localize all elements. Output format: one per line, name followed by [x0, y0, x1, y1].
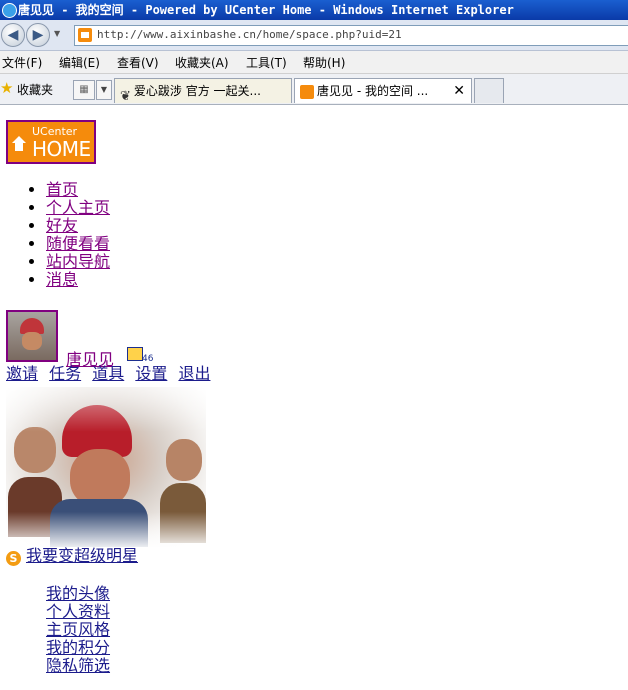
favorites-label[interactable]: 收藏夹 [17, 81, 53, 98]
sub-nav-link[interactable]: 个人资料 [46, 602, 110, 621]
address-bar: ◀ ▶ ▼ http://www.aixinbashe.cn/home/spac… [0, 20, 628, 51]
tab-label: 爱心跋涉 官方 一起关... [133, 84, 261, 98]
page-content: UCenter HOME 首页 个人主页 好友 随便看看 站内导航 消息 唐见见… [0, 105, 628, 690]
main-nav: 首页 个人主页 好友 随便看看 站内导航 消息 [0, 181, 110, 289]
menu-file[interactable]: 文件(F) [2, 54, 42, 71]
quick-tabs-icon[interactable]: ▦ [73, 80, 95, 100]
superstar-link[interactable]: 我要变超级明星 [26, 546, 138, 565]
back-arrow-icon: ◀ [7, 27, 19, 43]
logout-link[interactable]: 退出 [178, 364, 210, 383]
favorites-bar: ★ 收藏夹 ▦ ▼ ❦ 爱心跋涉 官方 一起关... 唐见见 - 我的空间 ...… [0, 74, 628, 105]
sub-nav-link[interactable]: 我的积分 [46, 638, 110, 657]
nav-item-home: 首页 [46, 181, 110, 199]
nav-link[interactable]: 消息 [46, 270, 78, 289]
notice-card-icon[interactable] [127, 347, 143, 361]
site-favicon-icon [78, 28, 92, 42]
sub-nav-link[interactable]: 主页风格 [46, 620, 110, 639]
nav-link[interactable]: 好友 [46, 216, 78, 235]
sub-nav-theme: 主页风格 [46, 621, 110, 639]
tasks-link[interactable]: 任务 [49, 364, 81, 383]
logo-line2: HOME [32, 137, 91, 161]
forward-arrow-icon: ▶ [32, 27, 44, 43]
window-titlebar: 唐见见 - 我的空间 - Powered by UCenter Home - W… [0, 0, 628, 20]
url-input[interactable]: http://www.aixinbashe.cn/home/space.php?… [74, 25, 628, 46]
sub-nav-avatar: 我的头像 [46, 585, 110, 603]
new-tab-button[interactable] [474, 78, 504, 103]
photo-fade [6, 387, 206, 547]
menu-bar: 文件(F) 编辑(E) 查看(V) 收藏夹(A) 工具(T) 帮助(H) [0, 51, 628, 74]
site-favicon-icon [300, 84, 314, 99]
tab-my-space[interactable]: 唐见见 - 我的空间 ... ✕ [294, 78, 472, 103]
menu-favorites[interactable]: 收藏夹(A) [175, 54, 229, 71]
featured-photo[interactable] [6, 387, 206, 547]
sub-nav-credits: 我的积分 [46, 639, 110, 657]
avatar-face [22, 332, 42, 350]
history-dropdown-icon[interactable]: ▼ [54, 29, 60, 38]
nav-item-browse: 随便看看 [46, 235, 110, 253]
notice-count[interactable]: 46 [142, 354, 153, 364]
forward-button[interactable]: ▶ [26, 23, 50, 47]
url-text: http://www.aixinbashe.cn/home/space.php?… [97, 28, 402, 41]
nav-item-messages: 消息 [46, 271, 110, 289]
sub-nav-privacy: 隐私筛选 [46, 657, 110, 675]
favorites-star-icon[interactable]: ★ [0, 80, 13, 96]
back-button[interactable]: ◀ [1, 23, 25, 47]
invite-link[interactable]: 邀请 [6, 364, 38, 383]
avatar[interactable] [6, 310, 58, 362]
nav-link[interactable]: 首页 [46, 180, 78, 199]
close-tab-icon[interactable]: ✕ [453, 79, 465, 103]
heart-favicon-icon: ❦ [120, 88, 131, 104]
window-title: 唐见见 - 我的空间 - Powered by UCenter Home - W… [18, 3, 514, 17]
nav-item-site-nav: 站内导航 [46, 253, 110, 271]
tab-list-dropdown-icon[interactable]: ▼ [96, 80, 112, 100]
menu-view[interactable]: 查看(V) [117, 54, 159, 71]
nav-link[interactable]: 站内导航 [46, 252, 110, 271]
tab-aixinbashe[interactable]: ❦ 爱心跋涉 官方 一起关... [114, 78, 292, 104]
nav-link[interactable]: 个人主页 [46, 198, 110, 217]
props-link[interactable]: 道具 [92, 364, 124, 383]
user-links: 邀请 任务 道具 设置 退出 [6, 364, 216, 384]
settings-link[interactable]: 设置 [135, 364, 167, 383]
home-icon [12, 136, 26, 154]
menu-tools[interactable]: 工具(T) [246, 54, 287, 71]
ucenter-home-logo[interactable]: UCenter HOME [6, 120, 96, 164]
sub-nav-link[interactable]: 我的头像 [46, 584, 110, 603]
profile-sub-nav: 我的头像 个人资料 主页风格 我的积分 隐私筛选 [0, 585, 110, 675]
sub-nav-link[interactable]: 隐私筛选 [46, 656, 110, 675]
menu-edit[interactable]: 编辑(E) [59, 54, 100, 71]
ie-icon [2, 3, 17, 18]
nav-link[interactable]: 随便看看 [46, 234, 110, 253]
superstar-row: S 我要变超级明星 [6, 546, 138, 566]
sub-nav-profile: 个人资料 [46, 603, 110, 621]
superstar-icon: S [6, 551, 21, 566]
tab-label: 唐见见 - 我的空间 ... [317, 84, 429, 98]
nav-item-friends: 好友 [46, 217, 110, 235]
nav-item-profile: 个人主页 [46, 199, 110, 217]
menu-help[interactable]: 帮助(H) [303, 54, 345, 71]
